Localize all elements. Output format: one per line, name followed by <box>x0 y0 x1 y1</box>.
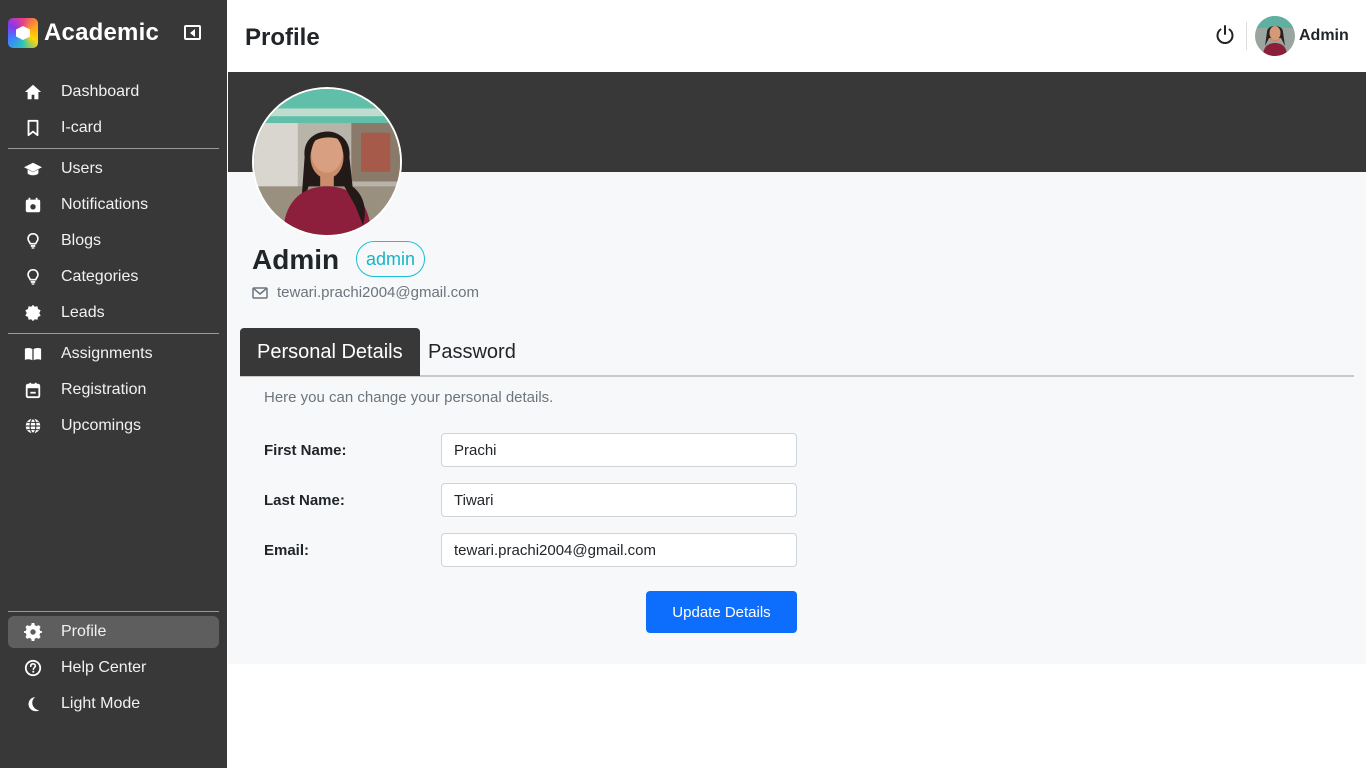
topbar-divider <box>1246 22 1247 50</box>
globe-icon <box>22 415 44 437</box>
brand[interactable]: Academic <box>8 18 159 48</box>
sidebar-item-assignments[interactable]: Assignments <box>8 338 219 370</box>
email-label: Email: <box>264 542 310 559</box>
calendar-icon <box>22 194 44 216</box>
topbar: Profile Admin <box>227 0 1366 72</box>
profile-email-row: tewari.prachi2004@gmail.com <box>252 284 479 301</box>
topbar-username[interactable]: Admin <box>1299 27 1349 45</box>
sidebar-item-help-center[interactable]: Help Center <box>8 652 219 684</box>
page-title: Profile <box>245 24 320 51</box>
power-icon[interactable] <box>1214 24 1236 46</box>
bookmark-icon <box>22 117 44 139</box>
sidebar-divider <box>8 148 219 149</box>
sidebar-item-light-mode[interactable]: Light Mode <box>8 688 219 720</box>
profile-email: tewari.prachi2004@gmail.com <box>277 284 479 301</box>
avatar[interactable] <box>1255 16 1295 56</box>
role-badge: admin <box>356 241 426 277</box>
tab-password[interactable]: Password <box>411 328 533 376</box>
gear-icon <box>22 621 44 643</box>
sidebar-item-icard[interactable]: I-card <box>8 112 219 144</box>
sidebar-item-leads[interactable]: Leads <box>8 297 219 329</box>
envelope-icon <box>252 286 268 299</box>
app-logo-icon <box>8 18 38 48</box>
home-icon <box>22 81 44 103</box>
email-field[interactable] <box>441 533 797 567</box>
calendar-minus-icon <box>22 379 44 401</box>
sidebar-divider <box>8 611 219 612</box>
sidebar-item-label: Help Center <box>61 659 147 676</box>
sidebar-item-profile[interactable]: Profile <box>8 616 219 648</box>
sidebar: Academic Dashboard I-card Users Notifica… <box>0 0 227 768</box>
lightbulb-icon <box>22 266 44 288</box>
sidebar-item-blogs[interactable]: Blogs <box>8 225 219 257</box>
certificate-icon <box>22 302 44 324</box>
last-name-label: Last Name: <box>264 492 345 509</box>
sidebar-item-upcomings[interactable]: Upcomings <box>8 410 219 442</box>
sidebar-item-notifications[interactable]: Notifications <box>8 189 219 221</box>
sidebar-item-label: Leads <box>61 304 105 321</box>
sidebar-item-label: Categories <box>61 268 139 285</box>
sidebar-item-label: I-card <box>61 119 102 136</box>
profile-name: Admin <box>252 244 340 275</box>
tab-personal-details[interactable]: Personal Details <box>240 328 420 376</box>
moon-icon <box>22 693 44 715</box>
lightbulb-icon <box>22 230 44 252</box>
profile-picture[interactable] <box>252 87 402 237</box>
update-details-button[interactable]: Update Details <box>646 591 797 633</box>
sidebar-item-label: Upcomings <box>61 417 142 434</box>
sidebar-collapse-icon[interactable] <box>184 25 201 40</box>
sidebar-item-categories[interactable]: Categories <box>8 261 219 293</box>
sidebar-item-label: Users <box>61 160 103 177</box>
first-name-label: First Name: <box>264 442 347 459</box>
book-open-icon <box>22 343 44 365</box>
sidebar-item-dashboard[interactable]: Dashboard <box>8 76 219 108</box>
sidebar-divider <box>8 333 219 334</box>
form-helper-text: Here you can change your personal detail… <box>264 389 554 406</box>
sidebar-item-users[interactable]: Users <box>8 153 219 185</box>
app-name: Academic <box>44 19 159 46</box>
sidebar-item-label: Blogs <box>61 232 102 249</box>
first-name-field[interactable] <box>441 433 797 467</box>
sidebar-item-label: Assignments <box>61 345 153 362</box>
profile-tabs: Personal Details Password <box>240 328 1354 377</box>
sidebar-item-label: Light Mode <box>61 695 141 712</box>
question-circle-icon <box>22 657 44 679</box>
sidebar-item-label: Dashboard <box>61 83 140 100</box>
graduation-cap-icon <box>22 158 44 180</box>
last-name-field[interactable] <box>441 483 797 517</box>
sidebar-item-label: Profile <box>61 623 107 640</box>
sidebar-item-registration[interactable]: Registration <box>8 374 219 406</box>
sidebar-item-label: Notifications <box>61 196 149 213</box>
sidebar-item-label: Registration <box>61 381 147 398</box>
